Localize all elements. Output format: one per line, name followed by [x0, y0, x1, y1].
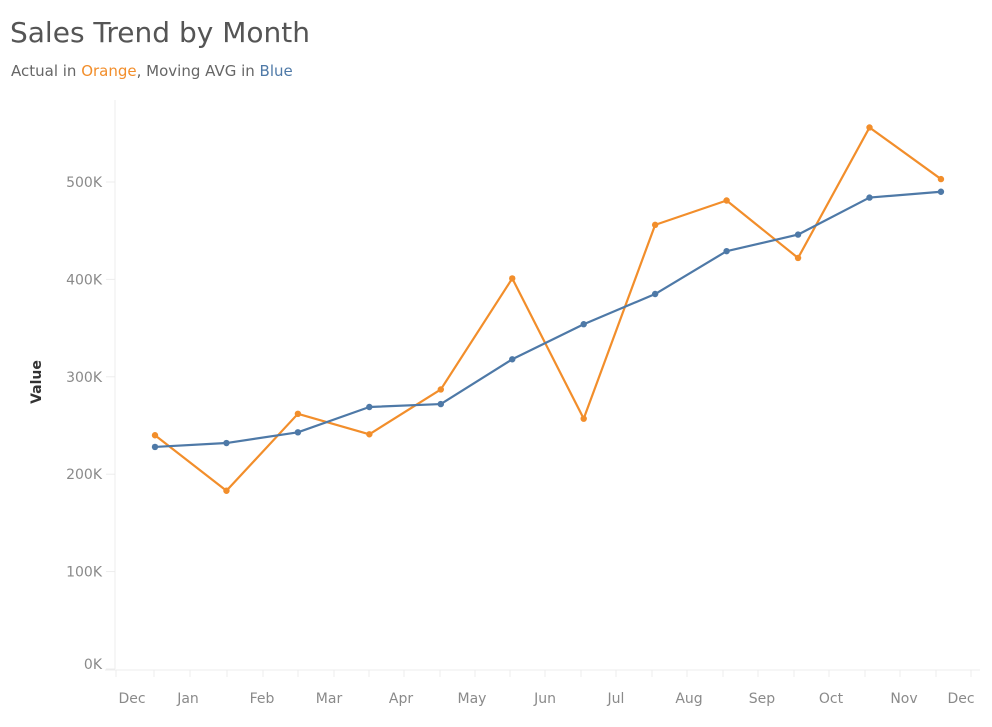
y-ticks: 0K 100K 200K 300K 400K 500K — [66, 175, 115, 673]
y-tick-label: 500K — [66, 175, 103, 191]
x-tick-label: Dec — [118, 691, 145, 707]
data-point-moving-avg-jun[interactable] — [509, 356, 516, 363]
y-tick-label: 300K — [66, 370, 103, 386]
data-point-moving-avg-jan[interactable] — [151, 443, 159, 451]
data-point-actual-jan[interactable] — [151, 432, 159, 439]
data-point-actual-nov[interactable] — [866, 124, 873, 131]
x-tick-label: Nov — [890, 691, 917, 707]
data-point-moving-avg-mar[interactable] — [294, 429, 302, 436]
data-point-moving-avg-may[interactable] — [437, 400, 444, 408]
series-line-moving-avg — [154, 190, 942, 449]
data-point-actual-dec[interactable] — [937, 175, 945, 183]
x-tick-label: Aug — [675, 691, 702, 707]
data-point-moving-avg-nov[interactable] — [866, 194, 873, 201]
x-tick-label: Feb — [250, 691, 275, 707]
x-tick-label: Apr — [389, 691, 413, 707]
x-tick-label: Jan — [176, 691, 199, 707]
data-point-actual-mar[interactable] — [294, 410, 302, 418]
x-tick-label: Mar — [316, 691, 343, 707]
x-tick-label: Jun — [533, 691, 556, 707]
data-point-actual-may[interactable] — [437, 386, 444, 393]
x-ticks: Dec Jan Feb Mar Apr May Jun Jul Aug Sep Oct Nov Dec — [115, 670, 975, 707]
data-point-moving-avg-aug[interactable] — [651, 290, 659, 298]
x-tick-label: May — [458, 691, 487, 707]
x-tick-label: Sep — [749, 691, 776, 707]
data-point-actual-sep[interactable] — [723, 197, 730, 204]
data-point-moving-avg-jul[interactable] — [580, 321, 587, 328]
y-tick-label: 100K — [66, 565, 103, 581]
data-point-actual-aug[interactable] — [651, 221, 659, 229]
data-point-actual-jun[interactable] — [509, 275, 516, 282]
data-point-moving-avg-sep[interactable] — [723, 247, 730, 255]
line-chart: Value 0K 100K 200K 300K 400K 500K Dec Jan Feb Ma… — [29, 100, 980, 707]
data-point-actual-feb[interactable] — [223, 487, 230, 494]
series-layer — [151, 124, 945, 494]
y-tick-label: 200K — [66, 467, 103, 483]
y-tick-label: 0K — [84, 657, 103, 673]
data-point-moving-avg-oct[interactable] — [794, 231, 802, 238]
x-tick-label: Jul — [607, 691, 625, 707]
data-point-actual-jul[interactable] — [580, 415, 587, 422]
y-tick-label: 400K — [66, 272, 103, 288]
data-point-moving-avg-feb[interactable] — [223, 439, 230, 447]
x-tick-label: Oct — [819, 691, 844, 707]
data-point-actual-oct[interactable] — [794, 254, 802, 262]
data-point-actual-apr[interactable] — [366, 431, 373, 438]
y-axis-title: Value — [29, 360, 45, 404]
x-tick-label: Dec — [947, 691, 974, 707]
data-point-moving-avg-dec[interactable] — [937, 188, 945, 195]
data-point-moving-avg-apr[interactable] — [366, 403, 373, 411]
